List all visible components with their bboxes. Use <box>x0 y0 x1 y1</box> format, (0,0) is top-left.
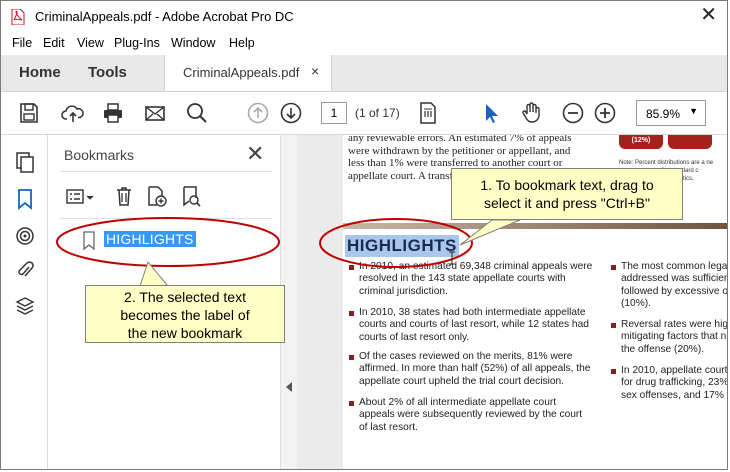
callout-line: the new bookmark <box>127 325 243 341</box>
callout-step-2: 2. The selected text becomes the label o… <box>85 285 285 343</box>
annotation-ellipse-heading <box>319 218 473 268</box>
annotation-ellipse-bookmark <box>56 217 280 267</box>
callout-step-1: 1. To bookmark text, drag to select it a… <box>451 168 683 220</box>
callout-line: 1. To bookmark text, drag to <box>480 177 654 193</box>
callout-line: 2. The selected text <box>124 289 246 305</box>
callout-pointer-1 <box>459 219 521 246</box>
callout-line: select it and press "Ctrl+B" <box>484 195 650 211</box>
callout-line: becomes the label of <box>120 307 250 323</box>
annotation-overlay <box>56 217 521 287</box>
